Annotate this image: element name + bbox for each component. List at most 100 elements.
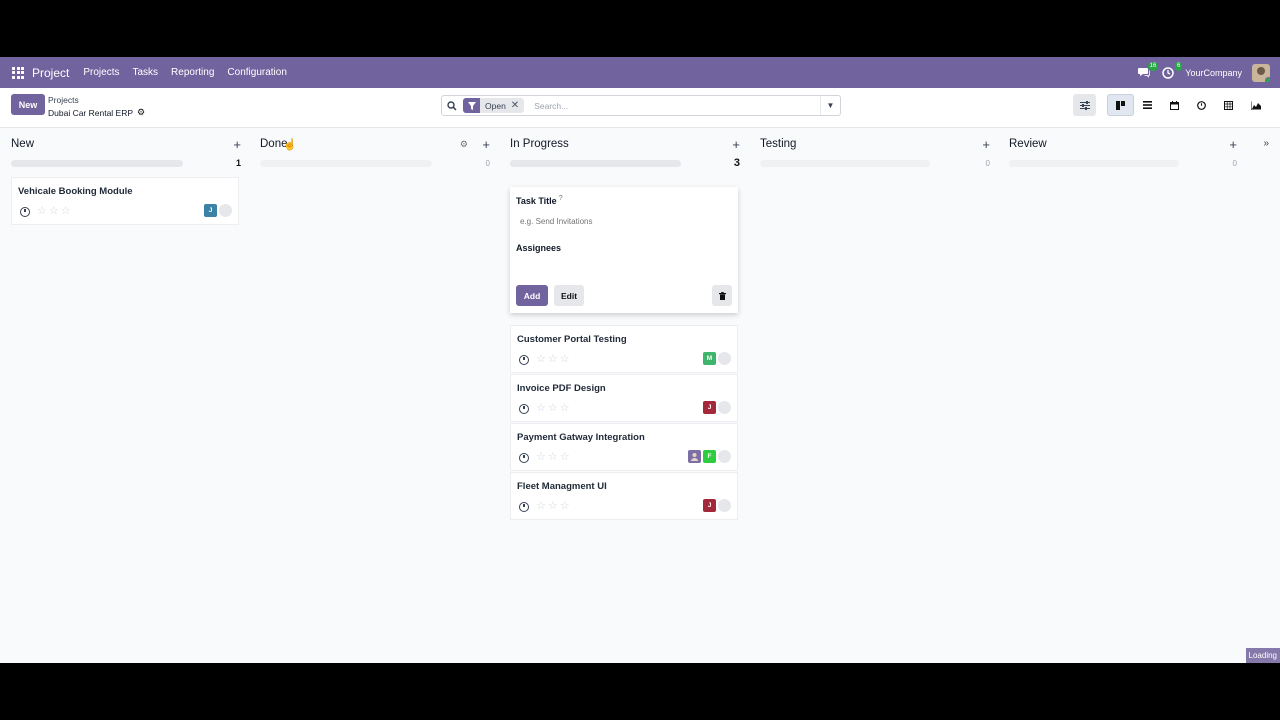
filter-icon: [463, 98, 480, 113]
task-card[interactable]: Fleet Managment UI ☆☆☆ J: [510, 472, 738, 520]
task-title: Vehicale Booking Module: [18, 186, 133, 197]
add-task-plus-icon[interactable]: +: [1229, 137, 1237, 152]
activities-button[interactable]: 6: [1161, 61, 1183, 80]
add-button[interactable]: Add: [516, 285, 548, 306]
remove-filter-icon[interactable]: ✕: [511, 100, 524, 111]
priority-stars[interactable]: ☆☆☆: [37, 204, 73, 217]
menu-tasks[interactable]: Tasks: [132, 67, 158, 78]
discard-button[interactable]: [712, 285, 732, 306]
menu-configuration[interactable]: Configuration: [227, 67, 286, 78]
column-gear-icon[interactable]: ⚙: [460, 139, 468, 150]
priority-stars[interactable]: ☆☆☆: [536, 450, 572, 463]
add-task-plus-icon[interactable]: +: [233, 137, 241, 152]
person-icon: [691, 453, 698, 461]
column-count: 3: [733, 157, 740, 169]
kanban-state-dot[interactable]: [219, 204, 232, 217]
breadcrumb-current: Dubai Car Rental ERP ⚙: [48, 107, 145, 118]
messages-button[interactable]: 16: [1137, 61, 1159, 80]
activity-clock-icon[interactable]: [20, 207, 30, 217]
column-progress-bar[interactable]: [510, 160, 681, 167]
assignee-avatar[interactable]: M: [703, 352, 716, 365]
column-count: 0: [485, 159, 490, 168]
column-progress-bar[interactable]: [260, 160, 432, 167]
column-title[interactable]: In Progress: [510, 138, 569, 150]
add-task-plus-icon[interactable]: +: [732, 137, 740, 152]
task-title-label: Task Title?: [516, 195, 563, 206]
assignee-avatar[interactable]: J: [703, 499, 716, 512]
kanban-view-button[interactable]: [1107, 94, 1134, 116]
new-button[interactable]: New: [11, 94, 45, 115]
column-count: 1: [235, 158, 241, 168]
list-icon: [1143, 101, 1152, 109]
messages-count-badge: 16: [1147, 61, 1159, 71]
view-switcher: [1107, 94, 1269, 116]
kanban-state-dot[interactable]: [718, 450, 731, 463]
list-view-button[interactable]: [1134, 94, 1161, 116]
task-card[interactable]: Customer Portal Testing ☆☆☆ M: [510, 325, 738, 373]
user-avatar[interactable]: [1252, 63, 1270, 82]
company-switcher[interactable]: YourCompany: [1185, 68, 1242, 78]
add-task-plus-icon[interactable]: +: [982, 137, 990, 152]
filter-facet-label: Open: [485, 100, 506, 111]
priority-stars[interactable]: ☆☆☆: [536, 499, 572, 512]
task-title: Customer Portal Testing: [517, 334, 627, 345]
area-chart-icon: [1250, 101, 1261, 110]
task-card[interactable]: Payment Gatway Integration ☆☆☆ F: [510, 423, 738, 471]
search-options-toggle[interactable]: ▼: [820, 96, 840, 115]
activities-count-badge: 6: [1174, 61, 1183, 71]
column-title[interactable]: New: [11, 138, 34, 150]
assignee-avatars: J: [204, 204, 232, 217]
column-title[interactable]: Testing: [760, 138, 796, 150]
column-progress-bar[interactable]: [760, 160, 930, 167]
column-progress-bar[interactable]: [1009, 160, 1179, 167]
search-input[interactable]: Search...: [534, 101, 820, 111]
priority-stars[interactable]: ☆☆☆: [536, 352, 572, 365]
column-header: In Progress +: [510, 137, 740, 155]
task-title: Payment Gatway Integration: [517, 432, 645, 443]
clock-icon: [1197, 100, 1206, 110]
activity-clock-icon[interactable]: [519, 502, 529, 512]
activity-clock-icon[interactable]: [519, 355, 529, 365]
gear-icon[interactable]: ⚙: [137, 107, 145, 118]
column-title[interactable]: Review: [1009, 138, 1047, 150]
task-title-input[interactable]: [520, 215, 720, 227]
display-settings-button[interactable]: [1073, 94, 1096, 116]
kanban-state-dot[interactable]: [718, 499, 731, 512]
loading-indicator: Loading: [1245, 648, 1280, 663]
search-icon[interactable]: [442, 100, 462, 111]
assignee-avatar[interactable]: F: [703, 450, 716, 463]
graph-view-button[interactable]: [1242, 94, 1269, 116]
assignee-avatar[interactable]: J: [703, 401, 716, 414]
activity-clock-icon[interactable]: [519, 404, 529, 414]
app-brand[interactable]: Project: [32, 66, 69, 80]
priority-stars[interactable]: ☆☆☆: [536, 401, 572, 414]
column-count: 0: [1232, 159, 1237, 168]
assignee-avatars: J: [703, 499, 731, 512]
add-task-plus-icon[interactable]: +: [482, 137, 490, 152]
edit-button[interactable]: Edit: [554, 285, 584, 306]
assignees-label: Assignees: [516, 243, 562, 253]
fold-columns-icon[interactable]: »: [1263, 138, 1269, 149]
menu-reporting[interactable]: Reporting: [171, 67, 214, 78]
assignee-avatars: J: [703, 401, 731, 414]
task-title: Fleet Managment UI: [517, 481, 607, 492]
activity-clock-icon[interactable]: [519, 453, 529, 463]
menu-projects[interactable]: Projects: [83, 67, 119, 78]
apps-grid-icon[interactable]: [12, 66, 24, 79]
kanban-state-dot[interactable]: [718, 401, 731, 414]
task-title-label-text: Task Title: [516, 196, 557, 206]
kanban-state-dot[interactable]: [718, 352, 731, 365]
assignee-avatar-photo[interactable]: [688, 450, 701, 463]
sliders-icon: [1079, 100, 1090, 110]
help-tooltip-icon[interactable]: ?: [559, 195, 563, 202]
breadcrumb-projects[interactable]: Projects: [48, 95, 79, 105]
task-card[interactable]: Invoice PDF Design ☆☆☆ J: [510, 374, 738, 422]
task-card[interactable]: Vehicale Booking Module ☆☆☆ J: [11, 177, 239, 225]
assignee-avatar[interactable]: J: [204, 204, 217, 217]
pivot-view-button[interactable]: [1215, 94, 1242, 116]
calendar-icon: [1170, 100, 1179, 110]
calendar-view-button[interactable]: [1161, 94, 1188, 116]
activity-view-button[interactable]: [1188, 94, 1215, 116]
odoo-screen: Project Projects Tasks Reporting Configu…: [0, 57, 1280, 663]
column-progress-bar[interactable]: [11, 160, 183, 167]
